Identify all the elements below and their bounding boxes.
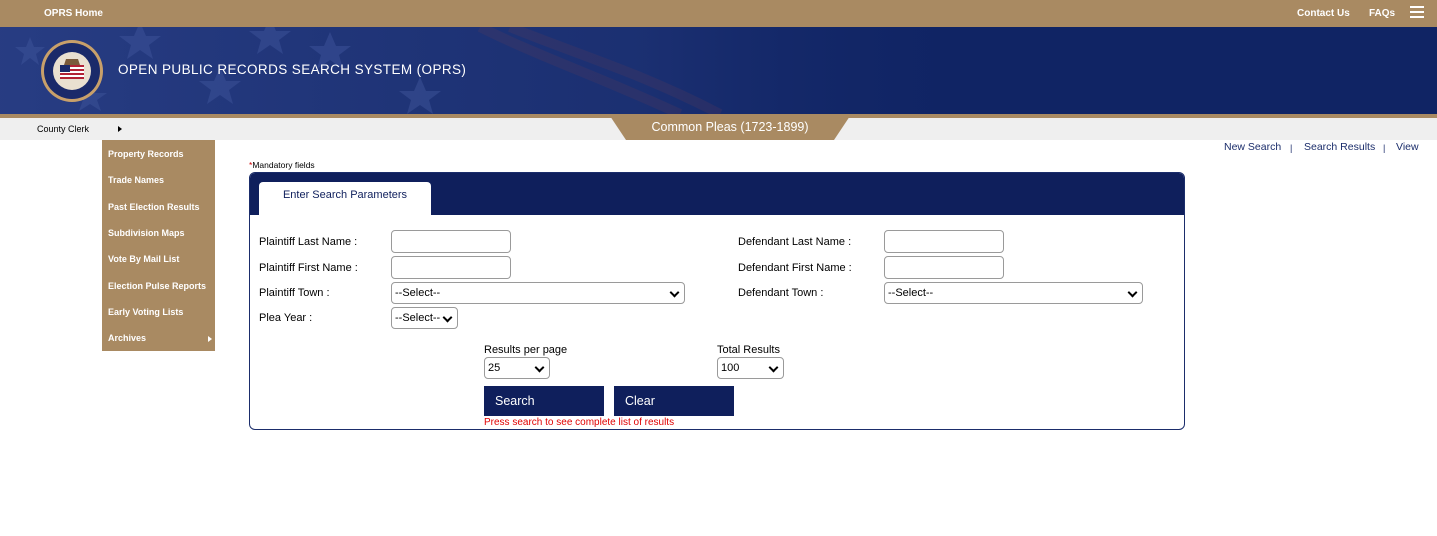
menu-item-subdivision-maps[interactable]: Subdivision Maps bbox=[108, 228, 185, 238]
new-search-link[interactable]: New Search bbox=[1224, 141, 1281, 153]
defendant-last-name-label: Defendant Last Name : bbox=[738, 236, 852, 248]
plea-year-select[interactable]: --Select-- bbox=[391, 307, 458, 329]
defendant-first-name-label: Defendant First Name : bbox=[738, 262, 852, 274]
tab-enter-search-parameters[interactable]: Enter Search Parameters bbox=[259, 182, 431, 216]
plaintiff-town-label: Plaintiff Town : bbox=[259, 287, 330, 299]
chevron-down-icon bbox=[534, 362, 545, 373]
defendant-first-name-input[interactable] bbox=[884, 256, 1004, 279]
oprs-home-link[interactable]: OPRS Home bbox=[44, 8, 103, 19]
sub-nav-bar: County Clerk Common Pleas (1723-1899) bbox=[0, 116, 1437, 140]
menu-item-past-election-results[interactable]: Past Election Results bbox=[108, 202, 200, 212]
defendant-town-value: --Select-- bbox=[888, 287, 934, 299]
link-separator: | bbox=[1383, 143, 1386, 153]
view-link-wrap: View bbox=[1396, 141, 1419, 153]
menu-item-trade-names[interactable]: Trade Names bbox=[108, 175, 164, 185]
county-clerk-menu[interactable]: County Clerk bbox=[37, 124, 89, 134]
chevron-down-icon bbox=[768, 362, 779, 373]
archives-caret-right-icon[interactable] bbox=[208, 336, 212, 342]
defendant-last-name-input[interactable] bbox=[884, 230, 1004, 253]
defendant-town-label: Defendant Town : bbox=[738, 287, 824, 299]
total-results-label: Total Results bbox=[717, 344, 780, 356]
plaintiff-town-value: --Select-- bbox=[395, 287, 441, 299]
section-title: Common Pleas (1723-1899) bbox=[651, 120, 809, 134]
menu-item-election-pulse-reports[interactable]: Election Pulse Reports bbox=[108, 281, 206, 291]
clear-button[interactable]: Clear bbox=[614, 386, 734, 416]
search-hint: Press search to see complete list of res… bbox=[484, 417, 675, 428]
menu-item-property-records[interactable]: Property Records bbox=[108, 149, 184, 159]
faqs-link[interactable]: FAQs bbox=[1369, 8, 1395, 19]
search-results-link-wrap: Search Results bbox=[1304, 141, 1375, 153]
chevron-down-icon bbox=[1127, 287, 1138, 298]
menu-item-archives[interactable]: Archives bbox=[108, 333, 146, 343]
search-panel: Enter Search Parameters Plaintiff Last N… bbox=[249, 172, 1185, 430]
results-per-page-select[interactable]: 25 bbox=[484, 357, 550, 379]
results-per-page-label: Results per page bbox=[484, 344, 568, 356]
results-per-page-value: 25 bbox=[488, 362, 501, 374]
defendant-town-select[interactable]: --Select-- bbox=[884, 282, 1143, 304]
view-link[interactable]: View bbox=[1396, 141, 1419, 153]
total-results-value: 100 bbox=[721, 362, 740, 374]
total-results-select[interactable]: 100 bbox=[717, 357, 784, 379]
header-banner: OPEN PUBLIC RECORDS SEARCH SYSTEM (OPRS) bbox=[0, 27, 1437, 114]
contact-us-link[interactable]: Contact Us bbox=[1297, 8, 1350, 19]
menu-item-vote-by-mail-list[interactable]: Vote By Mail List bbox=[108, 254, 179, 264]
chevron-down-icon bbox=[669, 287, 680, 298]
menu-item-early-voting-lists[interactable]: Early Voting Lists bbox=[108, 307, 183, 317]
plea-year-value: --Select-- bbox=[395, 312, 441, 324]
top-nav-bar: OPRS Home Contact Us FAQs bbox=[0, 0, 1437, 27]
plaintiff-town-select[interactable]: --Select-- bbox=[391, 282, 685, 304]
mandatory-text: Mandatory fields bbox=[252, 160, 315, 170]
chevron-down-icon bbox=[442, 312, 453, 323]
search-button[interactable]: Search bbox=[484, 386, 604, 416]
plaintiff-first-name-label: Plaintiff First Name : bbox=[259, 262, 358, 274]
link-separator: | bbox=[1290, 143, 1293, 153]
caret-right-icon[interactable] bbox=[118, 126, 122, 132]
plaintiff-last-name-label: Plaintiff Last Name : bbox=[259, 236, 358, 248]
tab-label: Enter Search Parameters bbox=[282, 189, 408, 201]
search-results-link[interactable]: Search Results bbox=[1304, 141, 1375, 153]
site-title: OPEN PUBLIC RECORDS SEARCH SYSTEM (OPRS) bbox=[118, 62, 467, 77]
plaintiff-last-name-input[interactable] bbox=[391, 230, 511, 253]
search-panel-header: Enter Search Parameters bbox=[250, 173, 1184, 216]
county-clerk-dropdown: Property Records Trade Names Past Electi… bbox=[102, 140, 215, 351]
plea-year-label: Plea Year : bbox=[259, 312, 313, 324]
section-title-tab: Common Pleas (1723-1899) bbox=[610, 116, 850, 140]
county-clerk-seal-icon bbox=[41, 40, 103, 102]
plaintiff-first-name-input[interactable] bbox=[391, 256, 511, 279]
mandatory-note: *Mandatory fields bbox=[249, 160, 315, 170]
hamburger-menu-icon[interactable] bbox=[1410, 6, 1424, 18]
new-search-link-wrap: New Search bbox=[1224, 141, 1281, 153]
